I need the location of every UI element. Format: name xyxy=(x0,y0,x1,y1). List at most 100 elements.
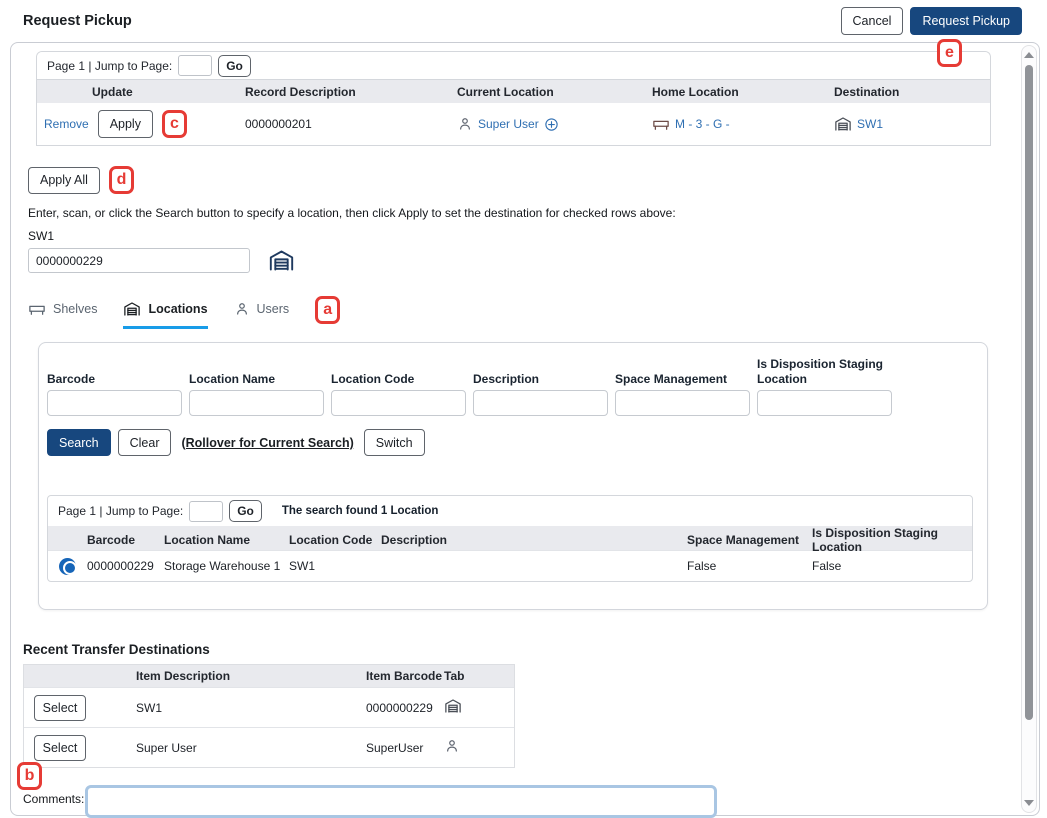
recent-transfers-title: Recent Transfer Destinations xyxy=(23,642,1039,657)
item-description: Super User xyxy=(136,741,366,755)
destination-text[interactable]: SW1 xyxy=(857,117,883,131)
column-space-management: Space Management xyxy=(687,533,812,547)
result-space-management: False xyxy=(687,559,812,573)
location-entry-label: SW1 xyxy=(28,229,1039,243)
results-page-label: Page 1 | Jump to Page: xyxy=(58,504,183,518)
column-description: Description xyxy=(381,533,687,547)
comments-label: Comments: xyxy=(23,792,85,806)
vertical-scrollbar[interactable] xyxy=(1021,45,1037,813)
result-barcode: 0000000229 xyxy=(87,559,164,573)
search-results-box: Page 1 | Jump to Page: Go The search fou… xyxy=(47,495,973,582)
clear-button[interactable]: Clear xyxy=(118,429,172,456)
scroll-down-arrow-icon[interactable] xyxy=(1024,800,1034,806)
search-button[interactable]: Search xyxy=(47,429,111,456)
pickup-go-button[interactable]: Go xyxy=(218,55,251,77)
pickup-jump-to-page-input[interactable] xyxy=(178,55,212,76)
rollover-link[interactable]: (Rollover for Current Search) xyxy=(181,436,353,450)
scroll-up-arrow-icon[interactable] xyxy=(1024,52,1034,58)
annotation-badge-d: d xyxy=(109,166,134,194)
rollover-link-label: (Rollover for Current Search) xyxy=(181,436,353,450)
tab-users[interactable]: Users xyxy=(234,301,290,328)
location-barcode-input[interactable] xyxy=(28,248,250,273)
warehouse-icon xyxy=(444,697,462,715)
column-record-description: Record Description xyxy=(245,85,457,99)
barcode-input[interactable] xyxy=(47,390,182,416)
item-description: SW1 xyxy=(136,701,366,715)
apply-button[interactable]: Apply xyxy=(98,110,153,138)
pickup-items-section: Page 1 | Jump to Page: Go Update Record … xyxy=(36,51,991,146)
select-button[interactable]: Select xyxy=(34,695,86,721)
comments-textarea[interactable] xyxy=(85,785,717,818)
results-jump-to-page-input[interactable] xyxy=(189,501,223,522)
tab-users-label: Users xyxy=(257,302,290,316)
annotation-badge-c: c xyxy=(162,110,187,138)
search-fields: Barcode Location Name Location Code Desc… xyxy=(47,357,973,416)
user-icon xyxy=(444,738,460,754)
result-is-disposition: False xyxy=(812,559,972,573)
location-name-label: Location Name xyxy=(189,357,324,390)
instruction-text: Enter, scan, or click the Search button … xyxy=(28,206,1039,220)
column-current-location: Current Location xyxy=(457,85,652,99)
home-location-cell[interactable]: M - 3 - G - xyxy=(652,115,834,133)
current-location-text[interactable]: Super User xyxy=(478,117,539,131)
results-pagination-bar: Page 1 | Jump to Page: Go The search fou… xyxy=(48,496,972,526)
results-table-row: 0000000229 Storage Warehouse 1 SW1 False… xyxy=(48,550,972,581)
pickup-pagination-bar: Page 1 | Jump to Page: Go xyxy=(37,52,990,80)
tab-locations[interactable]: Locations xyxy=(123,300,207,329)
item-barcode: SuperUser xyxy=(366,741,444,755)
column-location-name: Location Name xyxy=(164,533,289,547)
location-name-input[interactable] xyxy=(189,390,324,416)
column-barcode: Barcode xyxy=(87,533,164,547)
annotation-badge-e: e xyxy=(937,39,962,67)
search-actions: Search Clear (Rollover for Current Searc… xyxy=(47,429,973,456)
remove-link[interactable]: Remove xyxy=(44,117,89,131)
location-code-label: Location Code xyxy=(331,357,466,390)
is-disposition-label: Is Disposition Staging Location xyxy=(757,357,892,390)
request-pickup-button[interactable]: Request Pickup xyxy=(910,7,1022,35)
results-go-button[interactable]: Go xyxy=(229,500,262,522)
column-item-description: Item Description xyxy=(136,669,366,683)
barcode-label: Barcode xyxy=(47,357,182,390)
recent-transfer-row: Select Super User SuperUser xyxy=(24,727,514,767)
recent-transfers-table: Item Description Item Barcode Tab Select… xyxy=(23,664,515,768)
column-destination: Destination xyxy=(834,85,990,99)
destination-tabs: Shelves Locations Users a xyxy=(28,296,1039,332)
shelf-icon xyxy=(28,300,46,318)
page-title: Request Pickup xyxy=(23,13,132,29)
result-location-name: Storage Warehouse 1 xyxy=(164,559,289,573)
select-button[interactable]: Select xyxy=(34,735,86,761)
top-bar: Request Pickup Cancel Request Pickup xyxy=(0,0,1047,42)
apply-all-button[interactable]: Apply All xyxy=(28,167,100,194)
destination-cell[interactable]: SW1 xyxy=(834,115,990,133)
result-radio-selected[interactable] xyxy=(59,558,76,575)
recent-transfer-row: Select SW1 0000000229 xyxy=(24,687,514,727)
switch-button[interactable]: Switch xyxy=(364,429,425,456)
location-code-input[interactable] xyxy=(331,390,466,416)
space-management-input[interactable] xyxy=(615,390,750,416)
is-disposition-input[interactable] xyxy=(757,390,892,416)
result-location-code: SW1 xyxy=(289,559,381,573)
apply-all-row: Apply All d xyxy=(28,166,1039,194)
column-location-code: Location Code xyxy=(289,533,381,547)
current-location-cell[interactable]: Super User xyxy=(457,116,652,132)
recent-transfers-header: Item Description Item Barcode Tab xyxy=(24,665,514,687)
annotation-badge-b: b xyxy=(17,762,42,790)
comments-section: Comments: xyxy=(23,785,717,818)
pickup-page-label: Page 1 | Jump to Page: xyxy=(47,59,172,73)
home-location-text[interactable]: M - 3 - G - xyxy=(675,117,730,131)
description-label: Description xyxy=(473,357,608,390)
description-input[interactable] xyxy=(473,390,608,416)
record-description-cell: 0000000201 xyxy=(245,117,457,131)
column-item-barcode: Item Barcode xyxy=(366,669,444,683)
cancel-button[interactable]: Cancel xyxy=(841,7,904,35)
column-is-disposition: Is Disposition Staging Location xyxy=(812,526,972,554)
column-tab: Tab xyxy=(444,669,516,683)
column-update: Update xyxy=(37,85,245,99)
plus-circle-icon[interactable] xyxy=(544,117,559,132)
shelf-icon xyxy=(652,115,670,133)
tab-shelves[interactable]: Shelves xyxy=(28,300,97,329)
location-entry-row xyxy=(28,247,1039,274)
top-bar-actions: Cancel Request Pickup xyxy=(841,7,1022,35)
recent-transfers-section: Recent Transfer Destinations Item Descri… xyxy=(23,642,1039,768)
scrollbar-thumb[interactable] xyxy=(1025,65,1033,720)
